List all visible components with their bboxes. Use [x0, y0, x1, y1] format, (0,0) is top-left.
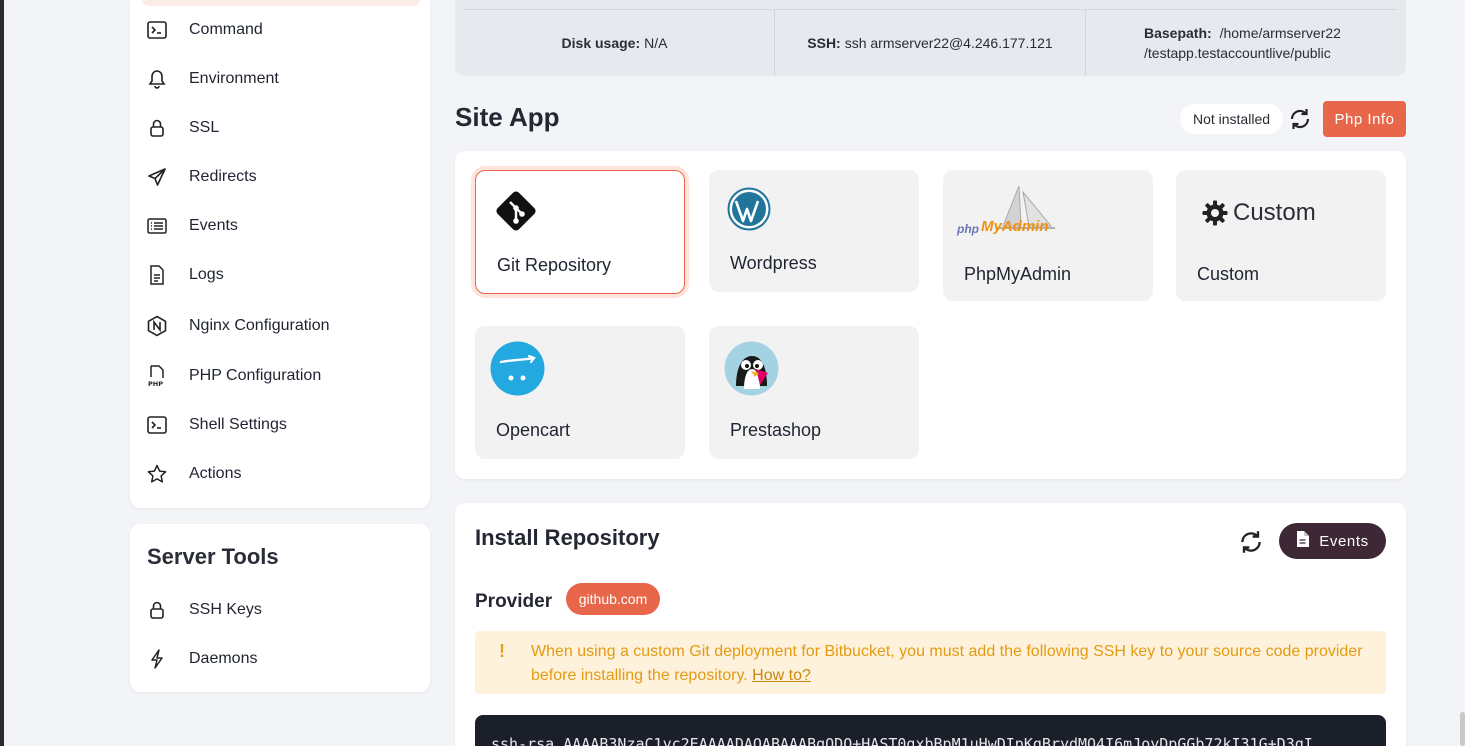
sidebar-item-label: Events	[189, 217, 238, 234]
phpmyadmin-logo-icon: php MyAdmin	[957, 184, 1057, 240]
events-button-label: Events	[1319, 532, 1369, 550]
app-option-prestashop[interactable]: Prestashop	[709, 326, 919, 459]
app-option-name: Prestashop	[730, 420, 822, 440]
sidebar-item-nginx-configuration[interactable]: Nginx Configuration	[146, 311, 330, 341]
site-sidebar: Command Environment SSL Redirects Events…	[130, 0, 430, 508]
sidebar-item-redirects[interactable]: Redirects	[146, 162, 257, 192]
sidebar-item-php-configuration[interactable]: PHP PHP Configuration	[146, 361, 321, 391]
gear-icon	[1202, 200, 1228, 231]
disk-usage-info: Disk usage: N/A	[455, 10, 774, 76]
app-option-name: Wordpress	[730, 253, 817, 273]
lock-icon	[146, 117, 168, 139]
install-repository-title: Install Repository	[475, 525, 660, 550]
refresh-icon[interactable]	[1238, 528, 1264, 556]
scrollbar[interactable]	[1460, 712, 1465, 746]
sidebar-item-label: Actions	[189, 465, 242, 482]
sidebar-item-ssl[interactable]: SSL	[146, 113, 219, 143]
sidebar-item-label: SSL	[189, 119, 220, 136]
sidebar-item-shell-settings[interactable]: Shell Settings	[146, 410, 287, 440]
sidebar-active-item-edge[interactable]	[142, 0, 420, 6]
sidebar-item-label: Daemons	[189, 650, 258, 667]
warning-text: When using a custom Git deployment for B…	[531, 643, 1363, 684]
lock-icon	[146, 599, 168, 621]
basepath-value-line2: /testapp.testaccountlive/public	[1144, 45, 1331, 61]
sidebar-item-command[interactable]: Command	[146, 15, 263, 45]
file-icon	[1296, 531, 1310, 551]
wordpress-logo-icon	[727, 187, 771, 236]
sidebar-item-label: PHP Configuration	[189, 367, 322, 384]
app-option-name: Custom	[1197, 264, 1260, 284]
sidebar-item-label: SSH Keys	[189, 601, 262, 618]
basepath-value-line1: /home/armserver22	[1219, 25, 1341, 41]
warning-message: When using a custom Git deployment for B…	[531, 640, 1381, 688]
sidebar-item-logs[interactable]: Logs	[146, 260, 224, 290]
ssh-key-warning: ! When using a custom Git deployment for…	[475, 631, 1386, 694]
paper-plane-icon	[146, 166, 168, 188]
app-option-phpmyadmin[interactable]: php MyAdmin PhpMyAdmin	[943, 170, 1153, 301]
git-logo-icon	[494, 189, 538, 238]
bolt-icon	[146, 648, 168, 670]
ssh-label: SSH:	[807, 35, 841, 51]
site-app-title: Site App	[455, 102, 560, 132]
provider-badge[interactable]: github.com	[566, 583, 660, 615]
sidebar-item-label: Shell Settings	[189, 416, 287, 433]
sidebar-item-label: Redirects	[189, 168, 257, 185]
sidebar-item-label: Nginx Configuration	[189, 317, 330, 334]
app-option-name: Opencart	[496, 420, 571, 440]
app-option-wordpress[interactable]: Wordpress	[709, 170, 919, 292]
sidebar-item-ssh-keys[interactable]: SSH Keys	[146, 595, 262, 625]
app-option-git-repository[interactable]: Git Repository	[475, 170, 685, 294]
terminal-icon	[146, 414, 168, 436]
svg-text:PHP: PHP	[148, 380, 163, 387]
basepath-info: Basepath: /home/armserver22 /testapp.tes…	[1086, 10, 1406, 76]
window-edge	[0, 0, 4, 746]
php-file-icon: PHP	[146, 365, 168, 387]
sidebar-item-daemons[interactable]: Daemons	[146, 644, 257, 674]
opencart-logo-icon	[490, 341, 545, 401]
app-option-opencart[interactable]: Opencart	[475, 326, 685, 459]
events-button[interactable]: Events	[1279, 523, 1386, 559]
install-repository-panel: Install Repository Events Provider githu…	[455, 503, 1406, 746]
prestashop-logo-icon	[724, 341, 779, 401]
site-app-options: Git Repository Wordpress php MyAdmin PhpM…	[455, 151, 1406, 479]
basepath-label: Basepath:	[1144, 25, 1212, 41]
disk-usage-value: N/A	[644, 35, 668, 51]
sidebar-item-events[interactable]: Events	[146, 211, 238, 241]
bell-icon	[146, 68, 168, 90]
custom-logo-text: Custom	[1233, 199, 1316, 226]
php-info-button[interactable]: Php Info	[1323, 101, 1406, 137]
app-option-custom[interactable]: Custom Custom	[1176, 170, 1386, 301]
site-info-bar: Disk usage: N/A SSH: ssh armserver22@4.2…	[455, 0, 1406, 76]
terminal-icon	[146, 19, 168, 41]
phpmyadmin-logo-php-text: php	[957, 222, 979, 236]
sidebar-item-label: Command	[189, 21, 263, 38]
ssh-info: SSH: ssh armserver22@4.246.177.121	[775, 10, 1085, 76]
sidebar-item-label: Logs	[189, 266, 224, 283]
star-icon	[146, 463, 168, 485]
nginx-icon	[146, 315, 168, 337]
disk-usage-label: Disk usage:	[561, 35, 641, 51]
ssh-public-key-text: ssh-rsa AAAAB3NzaC1yc2EAAAADAQABAAABgQDQ…	[491, 735, 1313, 746]
server-tools-panel: Server Tools SSH Keys Daemons	[130, 524, 430, 692]
sidebar-item-environment[interactable]: Environment	[146, 64, 279, 94]
refresh-icon[interactable]	[1288, 106, 1312, 132]
app-option-name: PhpMyAdmin	[964, 264, 1072, 284]
exclamation-icon: !	[499, 641, 505, 661]
app-option-name: Git Repository	[497, 255, 612, 275]
how-to-link[interactable]: How to?	[752, 667, 811, 684]
ssh-public-key-box[interactable]: ssh-rsa AAAAB3NzaC1yc2EAAAADAQABAAABgQDQ…	[475, 715, 1386, 746]
phpmyadmin-logo-myadmin-text: MyAdmin	[981, 218, 1049, 235]
list-icon	[146, 215, 168, 237]
file-icon	[146, 264, 168, 286]
server-tools-title: Server Tools	[147, 544, 279, 569]
install-status-badge: Not installed	[1180, 104, 1283, 134]
provider-label: Provider	[475, 591, 553, 612]
ssh-value[interactable]: ssh armserver22@4.246.177.121	[845, 35, 1053, 51]
sidebar-item-label: Environment	[189, 70, 279, 87]
sidebar-item-actions[interactable]: Actions	[146, 459, 241, 489]
